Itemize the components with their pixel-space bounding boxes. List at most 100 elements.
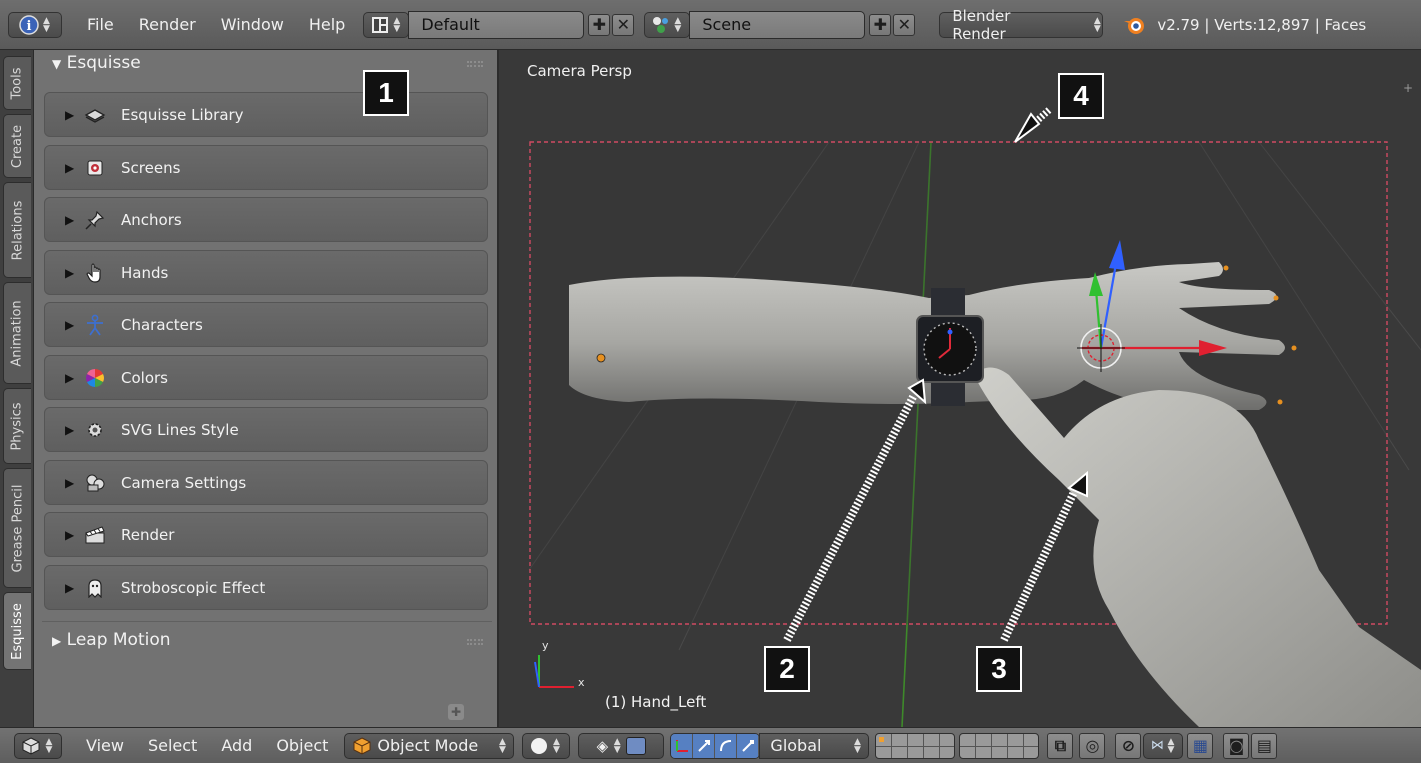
- expand-triangle-icon: ▶: [65, 160, 75, 175]
- editor-type-3dview-button[interactable]: ▲ ▼: [14, 732, 62, 759]
- proportional-edit-icon[interactable]: ◎: [1079, 732, 1106, 759]
- menu-render[interactable]: Render: [139, 15, 196, 34]
- rotate-manipulator-icon[interactable]: [715, 733, 738, 758]
- menu-file[interactable]: File: [87, 15, 114, 34]
- manipulator-mode-icon[interactable]: [671, 733, 694, 758]
- manipulator-toggle-icon[interactable]: [626, 736, 647, 755]
- subpanel-label: Characters: [121, 315, 203, 334]
- transform-orientation-label: Global: [770, 736, 822, 755]
- subpanel-esquisse-library[interactable]: ▶ Esquisse Library: [44, 92, 488, 137]
- tool-shelf-tabs: Tools Create Relations Animation Physics…: [0, 50, 34, 727]
- viewport-scene: [528, 107, 1421, 727]
- pivot-point-selector[interactable]: ◈ ▲ ▼: [578, 732, 665, 759]
- expand-triangle-icon: ▶: [65, 527, 75, 542]
- tab-tools[interactable]: Tools: [3, 56, 31, 110]
- menu-select[interactable]: Select: [148, 736, 197, 755]
- screen-layout-selector[interactable]: ▲ ▼: [363, 11, 410, 38]
- tab-create[interactable]: Create: [3, 114, 31, 178]
- tab-esquisse[interactable]: Esquisse: [3, 592, 31, 670]
- expand-triangle-icon: ▶: [65, 580, 75, 595]
- updown-arrows-icon: ▲ ▼: [43, 15, 50, 34]
- menu-object[interactable]: Object: [276, 736, 328, 755]
- subpanel-hands[interactable]: ▶ Hands: [44, 250, 488, 295]
- character-icon: [83, 313, 107, 337]
- subpanel-colors[interactable]: ▶ Colors: [44, 355, 488, 400]
- editor-type-button[interactable]: i ▲ ▼: [8, 11, 62, 38]
- subpanel-render[interactable]: ▶ Render: [44, 512, 488, 557]
- axis-label-x: x: [578, 676, 585, 689]
- drag-grip-icon[interactable]: [467, 639, 483, 645]
- updown-arrows-icon: ▲ ▼: [552, 736, 560, 755]
- menu-add[interactable]: Add: [221, 736, 252, 755]
- menu-view[interactable]: View: [86, 736, 124, 755]
- updown-arrows-icon: ▲ ▼: [674, 15, 682, 34]
- lock-camera-layers-icon[interactable]: ⧉: [1047, 732, 1074, 759]
- callout-1: 1: [363, 70, 409, 116]
- scene-statistics: v2.79 | Verts:12,897 | Faces: [1157, 15, 1367, 34]
- active-layer-dot: [879, 736, 885, 742]
- expand-triangle-icon: ▶: [65, 370, 75, 385]
- subpanel-label: Colors: [121, 368, 168, 387]
- scene-field[interactable]: Scene: [689, 10, 866, 39]
- subpanel-svg-lines-style[interactable]: ▶ SVG Lines Style: [44, 407, 488, 452]
- scene-icon: [652, 16, 668, 33]
- expand-triangle-icon: ▶: [65, 107, 75, 122]
- subpanel-stroboscopic-effect[interactable]: ▶ Stroboscopic Effect: [44, 565, 488, 610]
- subpanel-screens[interactable]: ▶ Screens: [44, 145, 488, 190]
- layout-icon: [371, 16, 388, 33]
- panel-resize-handle[interactable]: ✚: [448, 704, 464, 720]
- add-layout-button[interactable]: ✚: [588, 13, 611, 36]
- axis-indicator: [534, 655, 574, 688]
- updown-arrows-icon: ▲ ▼: [45, 736, 53, 755]
- collapse-triangle-icon: ▼: [52, 57, 62, 71]
- subpanel-label: SVG Lines Style: [121, 420, 239, 439]
- info-icon: i: [18, 14, 39, 35]
- viewport-properties-toggle[interactable]: +: [1403, 82, 1415, 94]
- tab-animation[interactable]: Animation: [3, 282, 31, 384]
- tab-relations[interactable]: Relations: [3, 182, 31, 278]
- scale-manipulator-icon[interactable]: [737, 733, 760, 758]
- library-icon: [83, 103, 107, 127]
- subpanel-label: Stroboscopic Effect: [121, 578, 266, 597]
- viewport-view-label: Camera Persp: [527, 62, 632, 80]
- expand-triangle-icon: ▶: [65, 475, 75, 490]
- tool-shelf-panel: ▼ Esquisse ▶ Esquisse Library ▶ Screens …: [34, 50, 499, 727]
- camera-icon: [83, 471, 107, 495]
- render-engine-selector[interactable]: Blender Render ▲ ▼: [939, 7, 1104, 43]
- drag-grip-icon[interactable]: [467, 61, 483, 67]
- add-scene-button[interactable]: ✚: [869, 13, 892, 36]
- subpanel-anchors[interactable]: ▶ Anchors: [44, 197, 488, 242]
- delete-layout-button[interactable]: ✕: [612, 13, 635, 36]
- panel-header-leap-motion[interactable]: ▶ Leap Motion: [52, 630, 171, 650]
- interaction-mode-selector[interactable]: Object Mode ▲ ▼: [344, 732, 515, 759]
- translate-manipulator-icon[interactable]: [693, 733, 716, 758]
- opengl-render-icon[interactable]: ◙: [1223, 732, 1250, 759]
- delete-scene-button[interactable]: ✕: [893, 13, 916, 36]
- subpanel-label: Anchors: [121, 210, 182, 229]
- panel-header-esquisse[interactable]: ▼ Esquisse: [52, 53, 141, 73]
- subpanel-camera-settings[interactable]: ▶ Camera Settings: [44, 460, 488, 505]
- svg-text:i: i: [26, 19, 31, 34]
- scene-selector[interactable]: ▲ ▼: [644, 11, 691, 38]
- 3d-view-header: ▲ ▼ View Select Add Object Object Mode ▲ ▼…: [0, 727, 1421, 763]
- interaction-mode-label: Object Mode: [377, 736, 479, 755]
- tab-physics[interactable]: Physics: [3, 388, 31, 464]
- transform-orientation-selector[interactable]: Global ▲ ▼: [759, 732, 870, 759]
- menu-window[interactable]: Window: [221, 15, 284, 34]
- scene-layers-1[interactable]: [875, 732, 956, 759]
- expand-triangle-icon: ▶: [65, 422, 75, 437]
- viewport-shading-selector[interactable]: ▲ ▼: [522, 732, 571, 759]
- snap-element-selector[interactable]: ⋈ ▲ ▼: [1143, 732, 1184, 759]
- subpanel-characters[interactable]: ▶ Characters: [44, 302, 488, 347]
- pivot-icon: ◈: [596, 736, 609, 755]
- snap-toggle-icon[interactable]: ⊘: [1115, 732, 1142, 759]
- menu-help[interactable]: Help: [309, 15, 345, 34]
- blender-window: i ▲ ▼ File Render Window Help ▲ ▼ Default …: [0, 0, 1421, 763]
- tab-grease-pencil[interactable]: Grease Pencil: [3, 468, 31, 588]
- subpanel-label: Esquisse Library: [121, 105, 244, 124]
- 3d-viewport[interactable]: Camera Persp y x (1) Hand_Left +: [499, 50, 1421, 727]
- screen-layout-field[interactable]: Default: [408, 10, 585, 39]
- opengl-animation-icon[interactable]: ▤: [1251, 732, 1278, 759]
- scene-layers-2[interactable]: [959, 732, 1040, 759]
- snap-target-icon[interactable]: ▦: [1187, 732, 1214, 759]
